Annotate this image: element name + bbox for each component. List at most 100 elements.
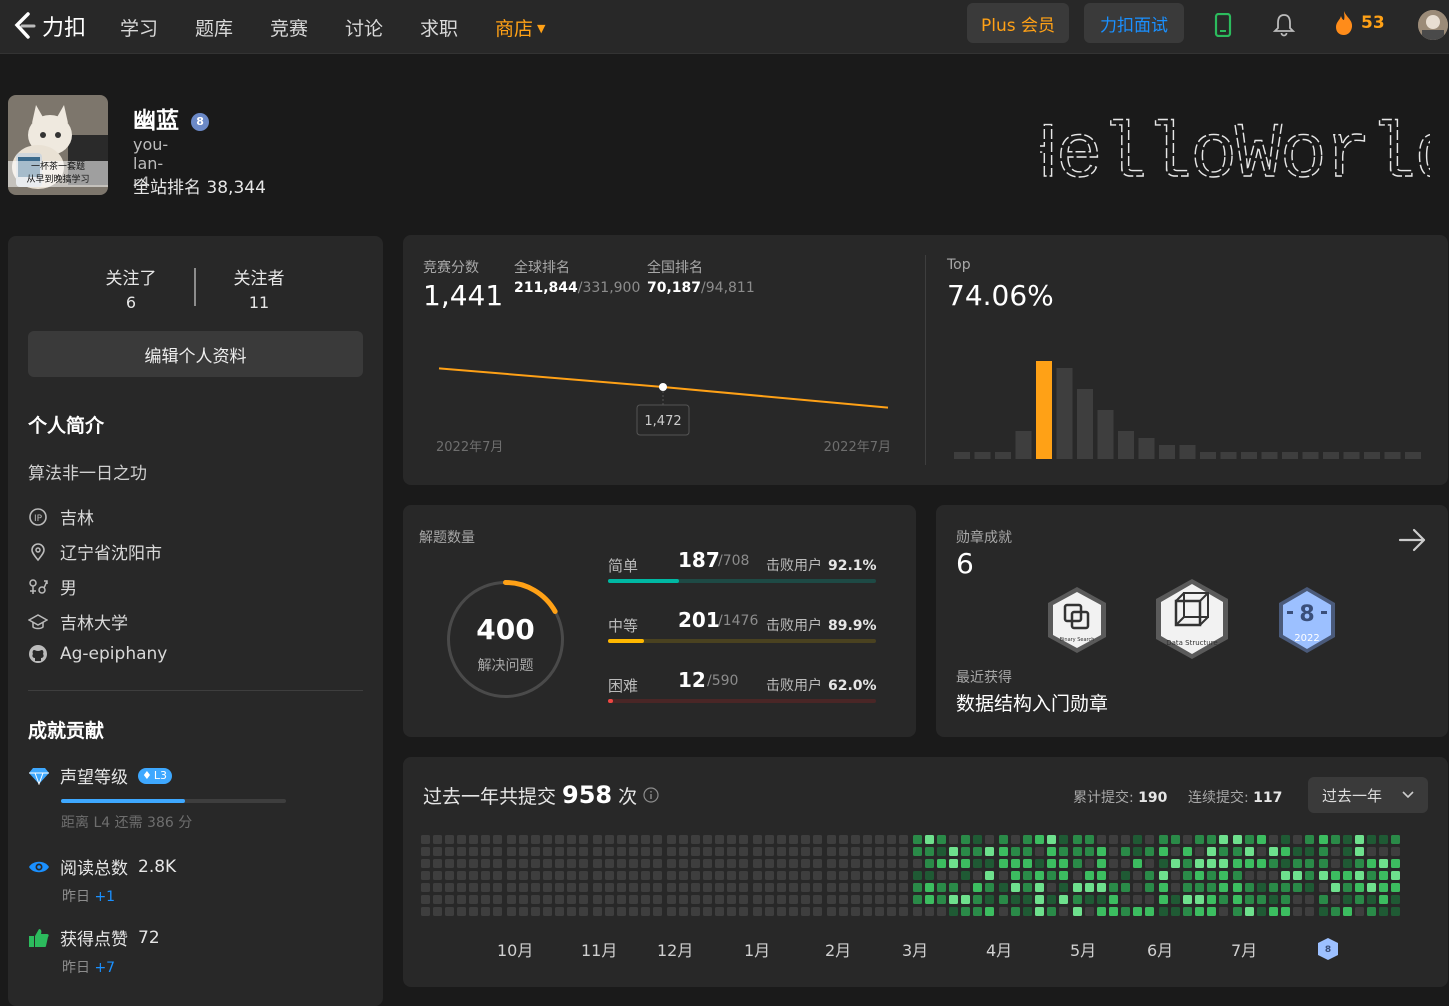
heatmap-cell[interactable] (567, 859, 576, 868)
heatmap-cell[interactable] (777, 847, 786, 856)
heatmap-cell[interactable] (863, 859, 872, 868)
heatmap-cell[interactable] (999, 871, 1008, 880)
heatmap-cell[interactable] (653, 871, 662, 880)
heatmap-cell[interactable] (1281, 883, 1290, 892)
heatmap-cell[interactable] (1257, 883, 1266, 892)
heatmap-cell[interactable] (1097, 835, 1106, 844)
heatmap-cell[interactable] (605, 871, 614, 880)
bell-icon[interactable] (1272, 12, 1296, 38)
heatmap-cell[interactable] (1269, 907, 1278, 916)
heatmap-cell[interactable] (827, 835, 836, 844)
heatmap-cell[interactable] (605, 835, 614, 844)
heatmap-cell[interactable] (531, 847, 540, 856)
heatmap-cell[interactable] (925, 883, 934, 892)
heatmap-cell[interactable] (973, 835, 982, 844)
heatmap-cell[interactable] (1367, 871, 1376, 880)
heatmap-cell[interactable] (1171, 907, 1180, 916)
heatmap-cell[interactable] (1305, 847, 1314, 856)
heatmap-cell[interactable] (851, 871, 860, 880)
heatmap-cell[interactable] (827, 895, 836, 904)
heatmap-cell[interactable] (1233, 835, 1242, 844)
heatmap-cell[interactable] (1133, 883, 1142, 892)
heatmap-cell[interactable] (1379, 835, 1388, 844)
heatmap-cell[interactable] (1047, 895, 1056, 904)
heatmap-cell[interactable] (813, 859, 822, 868)
heatmap-cell[interactable] (961, 907, 970, 916)
heatmap-cell[interactable] (827, 847, 836, 856)
heatmap-cell[interactable] (667, 859, 676, 868)
heatmap-cell[interactable] (1379, 871, 1388, 880)
heatmap-cell[interactable] (469, 907, 478, 916)
heatmap-cell[interactable] (863, 883, 872, 892)
heatmap-cell[interactable] (875, 847, 884, 856)
heatmap-cell[interactable] (519, 907, 528, 916)
heatmap-cell[interactable] (887, 847, 896, 856)
heatmap-cell[interactable] (801, 895, 810, 904)
heatmap-cell[interactable] (1281, 835, 1290, 844)
heatmap-cell[interactable] (1355, 871, 1364, 880)
heatmap-cell[interactable] (727, 883, 736, 892)
heatmap-cell[interactable] (789, 883, 798, 892)
heatmap-cell[interactable] (1097, 847, 1106, 856)
heatmap-cell[interactable] (961, 871, 970, 880)
heatmap-cell[interactable] (949, 907, 958, 916)
heatmap-cell[interactable] (1085, 835, 1094, 844)
heatmap-cell[interactable] (641, 895, 650, 904)
heatmap-cell[interactable] (519, 847, 528, 856)
heatmap-cell[interactable] (899, 871, 908, 880)
heatmap-cell[interactable] (1257, 847, 1266, 856)
heatmap-cell[interactable] (703, 859, 712, 868)
heatmap-cell[interactable] (421, 871, 430, 880)
heatmap-cell[interactable] (727, 835, 736, 844)
heatmap-cell[interactable] (1293, 835, 1302, 844)
heatmap-cell[interactable] (813, 847, 822, 856)
heatmap-cell[interactable] (617, 871, 626, 880)
heatmap-cell[interactable] (555, 847, 564, 856)
heatmap-cell[interactable] (999, 883, 1008, 892)
heatmap-cell[interactable] (469, 835, 478, 844)
heatmap-cell[interactable] (1109, 859, 1118, 868)
nav-store[interactable]: 商店 ▼ (495, 14, 545, 41)
heatmap-cell[interactable] (973, 871, 982, 880)
heatmap-cell[interactable] (507, 907, 516, 916)
heatmap-cell[interactable] (875, 907, 884, 916)
nav-problems[interactable]: 题库 (195, 14, 233, 41)
heatmap-cell[interactable] (1073, 895, 1082, 904)
heatmap-cell[interactable] (1391, 883, 1400, 892)
heatmap-cell[interactable] (457, 871, 466, 880)
heatmap-cell[interactable] (937, 835, 946, 844)
heatmap-cell[interactable] (1059, 847, 1068, 856)
heatmap-cell[interactable] (1331, 859, 1340, 868)
heatmap-cell[interactable] (1343, 859, 1352, 868)
heatmap-cell[interactable] (1207, 871, 1216, 880)
heatmap-cell[interactable] (1035, 871, 1044, 880)
heatmap-cell[interactable] (937, 847, 946, 856)
heatmap-cell[interactable] (851, 883, 860, 892)
heatmap-cell[interactable] (887, 859, 896, 868)
heatmap-cell[interactable] (789, 835, 798, 844)
heatmap-cell[interactable] (493, 835, 502, 844)
heatmap-cell[interactable] (493, 895, 502, 904)
heatmap-cell[interactable] (531, 859, 540, 868)
heatmap-cell[interactable] (1183, 847, 1192, 856)
heatmap-cell[interactable] (1011, 835, 1020, 844)
nav-jobs[interactable]: 求职 (420, 14, 458, 41)
heatmap-cell[interactable] (421, 835, 430, 844)
heatmap-cell[interactable] (555, 883, 564, 892)
heatmap-cell[interactable] (1269, 835, 1278, 844)
heatmap-cell[interactable] (765, 859, 774, 868)
heatmap-cell[interactable] (507, 883, 516, 892)
heatmap-cell[interactable] (1171, 847, 1180, 856)
heatmap-cell[interactable] (851, 859, 860, 868)
heatmap-cell[interactable] (703, 835, 712, 844)
heatmap-cell[interactable] (1331, 871, 1340, 880)
heatmap-cell[interactable] (1195, 871, 1204, 880)
heatmap-cell[interactable] (899, 847, 908, 856)
heatmap-cell[interactable] (1367, 859, 1376, 868)
heatmap-cell[interactable] (433, 883, 442, 892)
heatmap-cell[interactable] (1121, 895, 1130, 904)
heatmap-cell[interactable] (1257, 907, 1266, 916)
heatmap-cell[interactable] (703, 895, 712, 904)
heatmap-cell[interactable] (1355, 883, 1364, 892)
nav-learn[interactable]: 学习 (120, 14, 158, 41)
